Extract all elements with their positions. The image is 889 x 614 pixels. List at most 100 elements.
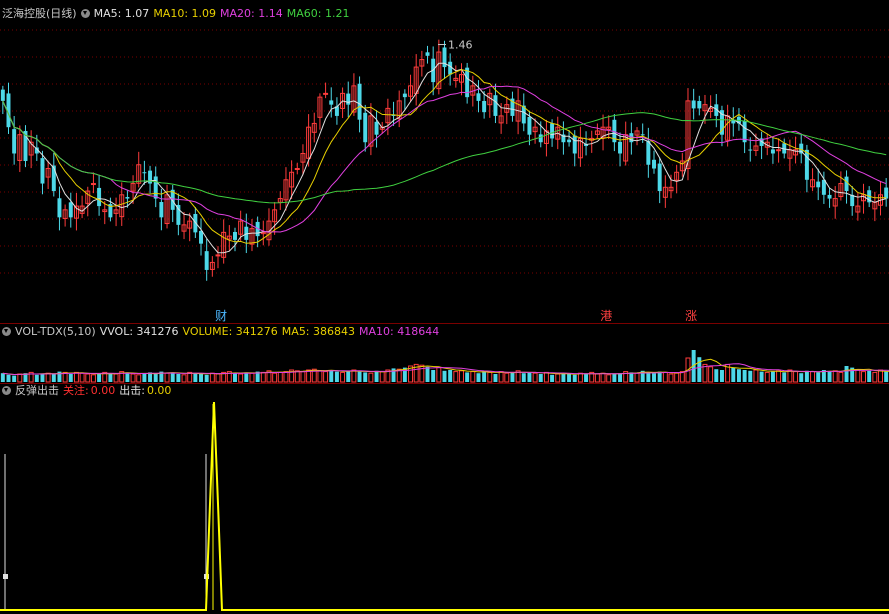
volume-bar-up bbox=[436, 367, 442, 383]
volume-bar-down bbox=[357, 371, 362, 382]
volume-bar-up bbox=[294, 370, 300, 383]
volume-bar-down bbox=[465, 372, 470, 382]
dropdown-icon[interactable] bbox=[2, 386, 11, 395]
volume-bar-up bbox=[555, 373, 561, 383]
volume-bar-down bbox=[646, 372, 651, 382]
volume-bar-up bbox=[878, 369, 883, 383]
volume-bar-up bbox=[379, 371, 385, 383]
volume-bar-down bbox=[170, 372, 175, 382]
volume-bar-down bbox=[40, 374, 45, 382]
volume-bar-down bbox=[844, 366, 849, 382]
volume-bar-up bbox=[164, 372, 170, 383]
volume-bar-down bbox=[816, 372, 821, 382]
indicator-chart[interactable] bbox=[0, 384, 889, 614]
candle-down bbox=[97, 187, 102, 207]
volume-bar-down bbox=[244, 372, 249, 382]
volume-bar-up bbox=[606, 374, 612, 383]
volume-bar-down bbox=[827, 371, 832, 382]
candle-down bbox=[346, 93, 351, 105]
indicator-title: 反弹出击 bbox=[15, 384, 59, 397]
volume-bar-down bbox=[538, 374, 543, 382]
volume-bar-down bbox=[176, 374, 181, 382]
candle-down bbox=[204, 251, 209, 270]
volume-bar-down bbox=[12, 375, 17, 382]
volume-bar-down bbox=[193, 373, 198, 382]
candle-down bbox=[176, 204, 181, 225]
candle-down bbox=[57, 198, 62, 218]
candle-down bbox=[697, 101, 702, 109]
candle-down bbox=[493, 95, 498, 116]
candle-down bbox=[748, 149, 753, 151]
volume-bar-up bbox=[764, 371, 770, 383]
volume-bar-up bbox=[181, 374, 187, 383]
volume-bar-down bbox=[425, 366, 430, 382]
candle-down bbox=[657, 163, 662, 192]
candle-down bbox=[652, 159, 656, 169]
candle-down bbox=[68, 202, 73, 218]
volume-bar-up bbox=[855, 369, 861, 383]
dropdown-icon[interactable] bbox=[80, 9, 90, 18]
volume-bar-down bbox=[431, 370, 436, 382]
volume-bar-down bbox=[510, 372, 515, 382]
volume-bar-up bbox=[861, 371, 867, 383]
candle-down bbox=[640, 134, 645, 136]
volume-bar-down bbox=[884, 371, 889, 382]
candle-down bbox=[804, 149, 809, 180]
volume-bar-down bbox=[561, 373, 566, 382]
volume-bar-down bbox=[736, 369, 741, 382]
volume-bar-up bbox=[470, 371, 476, 383]
volume-bar-up bbox=[17, 373, 23, 383]
volume-header: VOL-TDX(5,10) VVOL: 341276 VOLUME: 341276 M… bbox=[2, 324, 443, 340]
volume-bar-down bbox=[770, 371, 775, 382]
hit-value: 0.00 bbox=[146, 384, 172, 397]
candle-down bbox=[233, 231, 237, 240]
volume-bar-up bbox=[209, 372, 215, 383]
volume-bar-down bbox=[442, 370, 447, 382]
volume-bar-up bbox=[668, 373, 674, 383]
volume-bar-down bbox=[714, 369, 719, 382]
volume-bar-down bbox=[476, 373, 481, 382]
candle-down bbox=[329, 100, 334, 105]
volume-bar-down bbox=[804, 370, 809, 382]
candle-down bbox=[827, 194, 832, 199]
ma10-line bbox=[2, 69, 887, 244]
volume-bar-down bbox=[759, 371, 764, 382]
watch-label: 关注: bbox=[63, 384, 89, 397]
volume-bar-up bbox=[838, 371, 844, 383]
volume-bar-down bbox=[612, 374, 617, 382]
candle-down bbox=[770, 149, 775, 154]
candle-down bbox=[125, 197, 130, 199]
volume-bar-down bbox=[153, 373, 158, 382]
volume-bar-down bbox=[567, 374, 572, 382]
volume-bar-down bbox=[572, 374, 577, 382]
candle-down bbox=[0, 89, 5, 101]
candle-down bbox=[402, 93, 407, 98]
volume-bar-up bbox=[674, 372, 680, 383]
ma5-line bbox=[2, 62, 887, 254]
vol-title: VOL-TDX(5,10) bbox=[15, 325, 96, 338]
volume-bar-down bbox=[233, 373, 237, 382]
volume-bar-down bbox=[799, 373, 804, 382]
ma60-label: MA60: 1.21 bbox=[286, 7, 350, 20]
volume-bar-up bbox=[351, 369, 357, 383]
volume-bar-up bbox=[90, 374, 96, 383]
volume-bar-up bbox=[260, 371, 266, 383]
candle-down bbox=[844, 176, 849, 192]
candle-down bbox=[618, 141, 623, 154]
hit-label: 出击: bbox=[119, 384, 145, 397]
volume-bar-down bbox=[204, 374, 209, 382]
volume-bar-up bbox=[249, 372, 255, 383]
main-price-chart[interactable]: 1.46 财 港 涨 bbox=[0, 0, 889, 324]
dropdown-icon[interactable] bbox=[2, 327, 11, 336]
volume-bar-up bbox=[832, 370, 838, 383]
volume-bar-down bbox=[346, 370, 351, 382]
volume-bar-down bbox=[108, 373, 113, 382]
volume-bar-up bbox=[368, 372, 374, 383]
volume-label: VOLUME: 341276 bbox=[182, 325, 278, 338]
candle-down bbox=[363, 112, 368, 143]
candle-down bbox=[884, 187, 889, 199]
volume-bar-down bbox=[493, 374, 498, 382]
candle-up bbox=[90, 183, 96, 186]
volume-bar-down bbox=[0, 373, 5, 382]
chart-stage[interactable]: 1.46 财 港 涨 bbox=[0, 0, 889, 614]
